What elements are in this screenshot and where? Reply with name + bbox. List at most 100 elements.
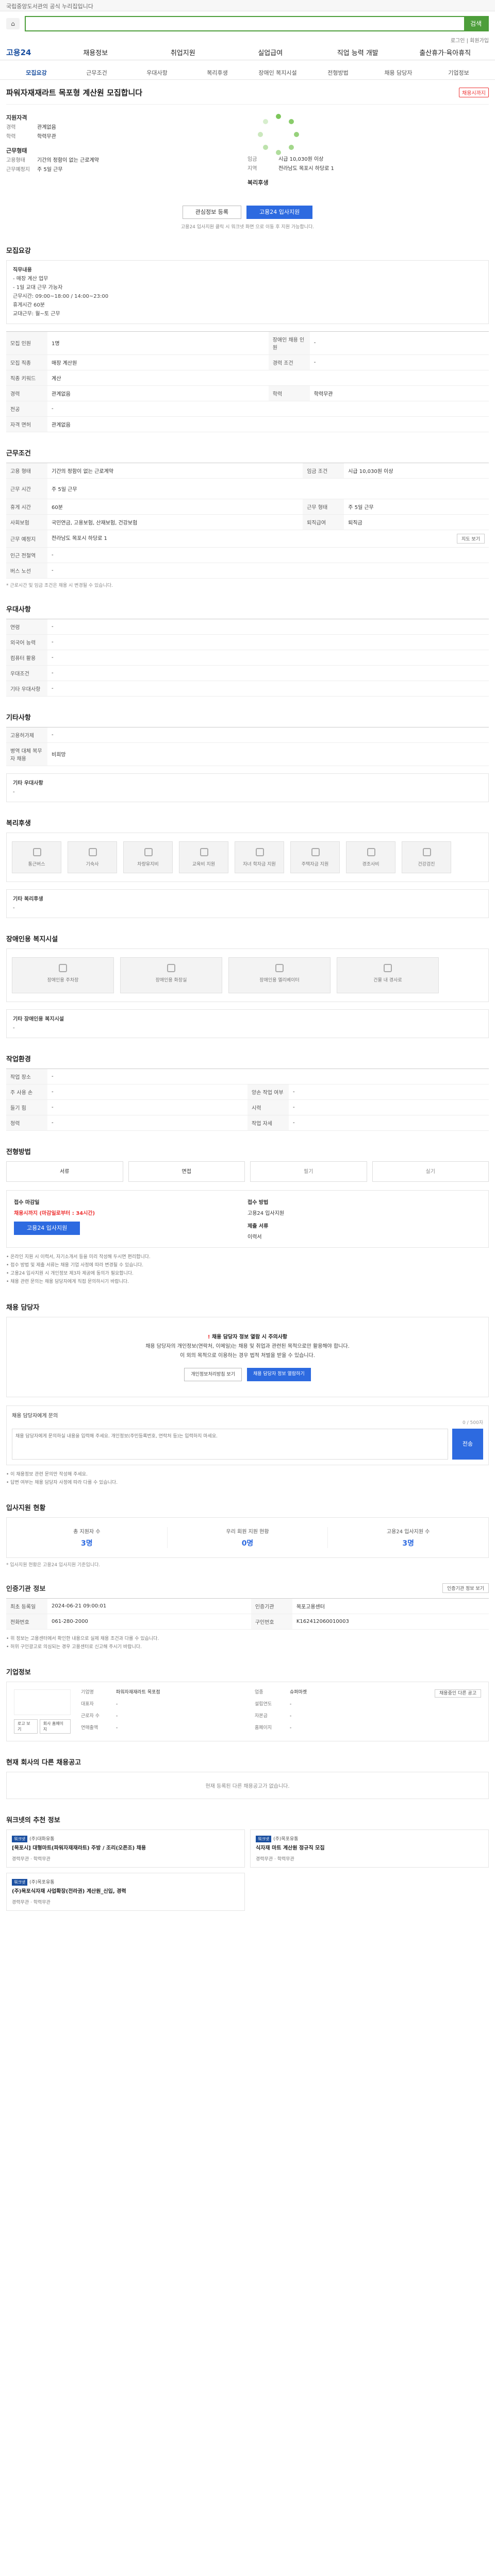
duty-line: 교대근무: 월~토 근무 [13,311,60,317]
env-table: 작업 장소 - 주 사용 손 - 양손 작업 여부 - 들기 힘 - 시력 - 청력 - 작업 자… [6,1068,489,1131]
scrap-button[interactable]: 관심정보 등록 [182,205,241,219]
tab-pref[interactable]: 우대사항 [127,69,187,77]
table-value: 전라남도 목포시 하당로 1 [52,535,107,541]
summary-key: 학력 [6,133,16,140]
tab-recruit[interactable]: 모집요강 [6,69,67,77]
table-row: 근무 시간 주 5일 근무 [6,478,489,499]
stats-note: * 입사지원 현황은 고용24 입사지원 기준입니다. [6,1563,101,1568]
disabled-extra-box: 기타 장애인용 복지시설 - [6,1009,489,1038]
recommend-card[interactable]: 워크넷 (주)대화유통 [목포시] 대형마트(파워자재재라트) 주방 / 조리(오… [6,1829,245,1868]
welfare-item: 교육비 지원 [179,841,228,873]
recommend-card[interactable]: 워크넷 (주)목포유통 식자재 마트 계산원 정규직 모집 경력무관 · 학력무관 [250,1829,489,1868]
summary-value: 시급 10,030원 이상 [278,157,324,162]
section-title-stats: 입사지원 현황 [6,1504,46,1513]
welfare-label: 차량유지비 [137,861,159,867]
logo-view-button[interactable]: 로고 보기 [14,1719,38,1734]
manage-notes: • 위 정보는 고용센터에서 확인한 내용으로 실제 채용 조건과 다를 수 있… [6,1635,489,1651]
search-input[interactable] [26,17,464,30]
welfare-item: 기숙사 [68,841,117,873]
disabled-icon-grid: 장애인용 주차장 장애인용 화장실 장애인용 엘리베이터 건물 내 경사로 [6,948,489,1002]
search-button[interactable]: 검색 [464,17,488,30]
table-value: 기간의 정함이 없는 근로계약 [47,463,303,479]
table-key: 임금 조건 [303,463,344,479]
rec-tag: 워크넷 [256,1836,272,1843]
summary-row: 학력 학력무관 [6,132,248,142]
welfare-label: 기숙사 [86,861,99,867]
tab-disabled[interactable]: 장애인 복지시설 [248,69,308,77]
tab-welfare[interactable]: 복리후생 [187,69,248,77]
section-title-env: 작업환경 [6,1055,31,1063]
util-links[interactable]: 로그인 | 회원가입 [0,36,495,45]
privacy-policy-button[interactable]: 개인정보처리방침 보기 [184,1367,242,1381]
table-row: 인근 전철역 - [6,547,489,563]
company-key: 기업명 [81,1690,94,1696]
education-icon [200,848,208,856]
company-value: - [116,1714,118,1719]
table-key: 외국어 능력 [6,634,47,650]
inquiry-textarea[interactable] [12,1428,448,1460]
table-key: 최초 등록일 [6,1598,47,1615]
manage-info-button[interactable]: 인증기관 정보 보기 [442,1583,489,1594]
table-key: 구인번호 [251,1614,292,1630]
apply-button[interactable]: 고용24 입사지원 [246,205,313,219]
recommend-card[interactable]: 워크넷 (주)목포유통 (주)목포식자재 사업확장(전라권) 계산원_신입, 경력… [6,1873,245,1911]
summary-key: 임금 [248,157,257,162]
nav-item-benefit[interactable]: 실업급여 [226,47,314,57]
company-value: - [290,1714,292,1719]
table-row: 우대조건 - [6,665,489,681]
table-value: 비희망 [47,742,489,766]
tab-company[interactable]: 기업정보 [428,69,489,77]
apply-box: 접수 마감일 채용시까지 (마감일로부터 : 34시간) 고용24 입사지원 접… [6,1190,489,1248]
company-logo-area: 로고 보기 회사 홈페이지 [14,1689,71,1734]
summary-row: 근무예정지 주 5일 근무 [6,165,248,175]
section-title-manage: 인증기관 정보 [6,1585,46,1594]
table-row: 기타 우대사항 - [6,681,489,697]
table-row: 사회보험 국민연금, 고용보험, 산재보험, 건강보험 퇴직급여 퇴직금 [6,514,489,530]
homepage-button[interactable]: 회사 홈페이지 [39,1719,71,1734]
rec-head: 워크넷 (주)대화유통 [12,1835,239,1843]
nav-item-support[interactable]: 취업지원 [139,47,227,57]
nav-item-training[interactable]: 직업 능력 개발 [314,47,402,57]
table-value: - [47,1115,248,1131]
table-value: 목포고용센터 [292,1598,489,1615]
company-info-grid: 기업명 파워자재재라트 목포점 업종 슈퍼마켓 대표자 - 설립연도 - 근로자 수- … [81,1689,424,1734]
welfare-label: 경조사비 [362,861,380,867]
disabled-extra-value: - [13,1025,15,1031]
process-apply-button[interactable]: 고용24 입사지원 [14,1221,80,1235]
rec-title[interactable]: 식자재 마트 계산원 정규직 모집 [256,1844,483,1852]
table-row: 병역 대체 복무자 채용 비희망 [6,742,489,766]
view-contact-button[interactable]: 채용 담당자 정보 열람하기 [247,1367,311,1381]
method-value: 고용24 입사지원 [248,1210,285,1216]
other-extra-label: 기타 우대사항 [13,780,43,786]
summary-qualify-heading: 지원자격 [6,114,27,121]
inquiry-send-button[interactable]: 전송 [452,1428,483,1460]
tab-work[interactable]: 근무조건 [67,69,127,77]
welfare-label: 주택자금 지원 [301,861,329,867]
facility-item: 장애인용 주차장 [12,957,114,993]
step-interview: 면접 [128,1161,245,1182]
home-icon[interactable]: ⌂ [6,18,20,29]
map-button[interactable]: 지도 보기 [457,533,485,544]
rec-title[interactable]: [목포시] 대형마트(파워자재재라트) 주방 / 조리(오픈조) 채용 [12,1844,239,1852]
inquiry-note: • 이 채용정보 관련 문의만 작성해 주세요. [6,1471,88,1477]
duty-line: 근무시간: 09:00~18:00 / 14:00~23:00 [13,293,109,299]
rec-meta: 경력무관 · 학력무관 [256,1857,294,1862]
disabled-extra-label: 기타 장애인용 복지시설 [13,1016,64,1022]
step-written: 필기 [250,1161,367,1182]
section-title-disabled: 장애인용 복지시설 [6,935,58,943]
table-row: 버스 노선 - [6,563,489,579]
table-value: 관계없음 [47,385,269,401]
company-more-area: 채용중인 다른 공고 [435,1689,481,1734]
tab-contact[interactable]: 채용 담당자 [368,69,428,77]
nav-item-jobs[interactable]: 채용정보 [52,47,139,57]
site-logo[interactable]: 고용24 [6,47,31,58]
tab-process[interactable]: 전형방법 [308,69,368,77]
table-value: - [47,727,489,743]
table-key: 인증기관 [251,1598,292,1615]
rec-title[interactable]: (주)목포식자재 사업확장(전라권) 계산원_신입, 경력 [12,1888,239,1895]
nav-item-leave[interactable]: 출산휴가·육아휴직 [401,47,489,57]
gift-icon [367,848,375,856]
company-more-button[interactable]: 채용중인 다른 공고 [435,1689,481,1698]
table-key: 양손 작업 여부 [248,1084,289,1100]
rec-company: (주)목포유통 [29,1880,55,1886]
